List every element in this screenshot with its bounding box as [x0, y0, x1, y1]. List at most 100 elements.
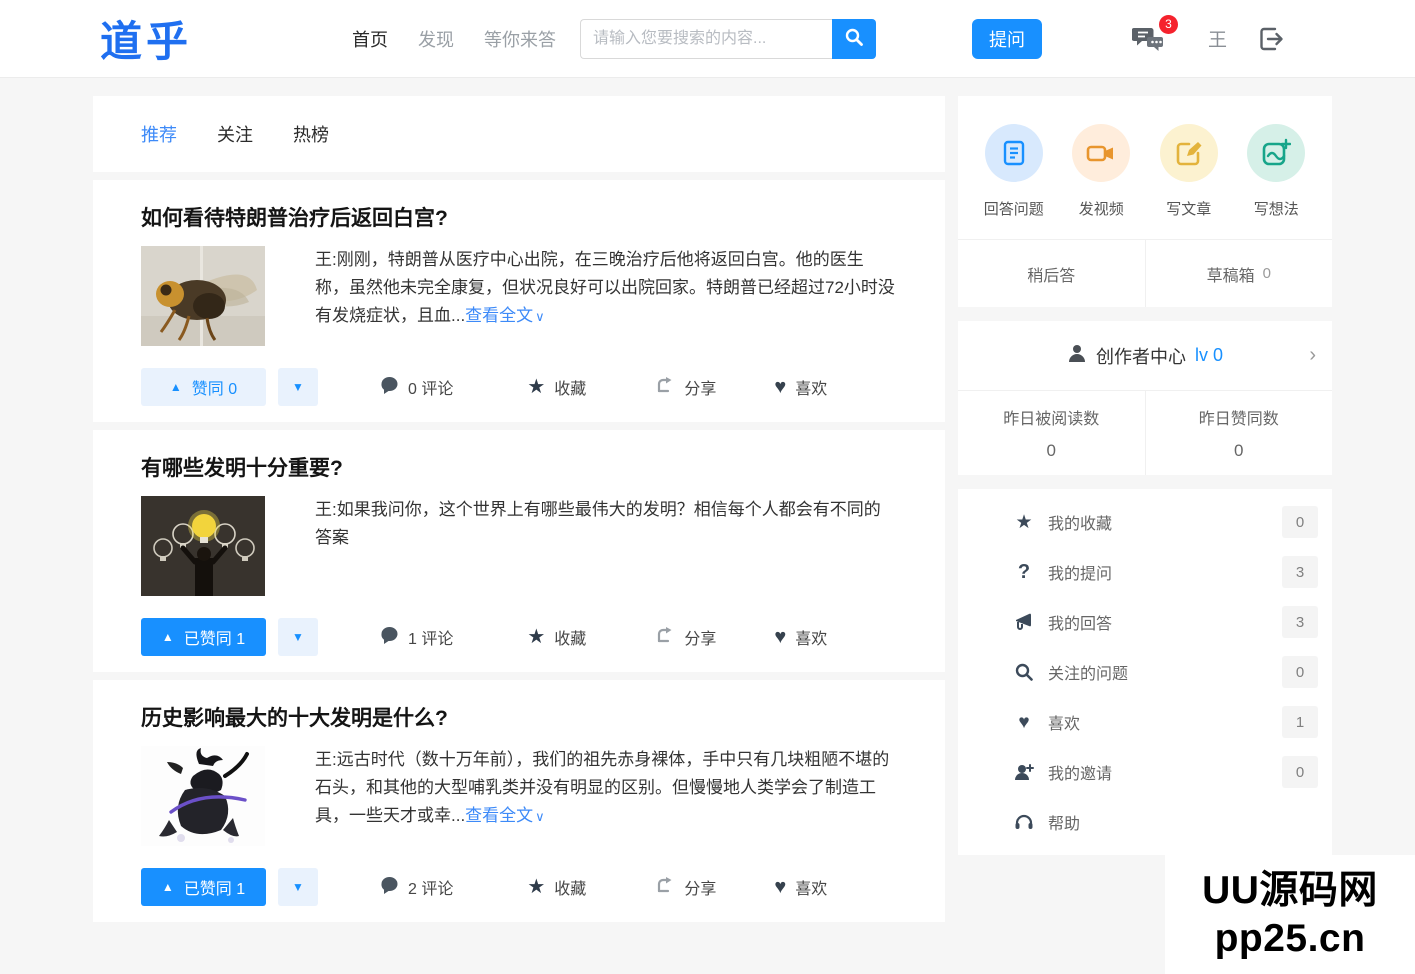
username-link[interactable]: 王	[1208, 25, 1227, 52]
tab-recommended[interactable]: 推荐	[141, 121, 177, 147]
menu-item-my-invitations[interactable]: 我的邀请 0	[958, 747, 1332, 797]
tab-following[interactable]: 关注	[217, 121, 253, 147]
question-title[interactable]: 有哪些发明十分重要?	[141, 452, 897, 482]
comments-label: 2 评论	[408, 875, 453, 899]
question-thumbnail-lightbulbs-photo[interactable]	[141, 496, 265, 596]
share-label: 分享	[684, 875, 716, 899]
excerpt-text: 王:刚刚，特朗普从医疗中心出院，在三晚治疗后他将返回白宫。他的医生称，虽然他未完…	[315, 250, 895, 325]
comments-button[interactable]: 0 评论	[380, 375, 453, 399]
write-idea-label: 写想法	[1254, 198, 1299, 219]
write-article-button[interactable]: 写文章	[1145, 124, 1233, 219]
menu-item-my-questions[interactable]: ? 我的提问 3	[958, 547, 1332, 597]
collect-label: 收藏	[554, 375, 586, 399]
downvote-button[interactable]: ▼	[278, 618, 318, 656]
tab-hot-list[interactable]: 热榜	[293, 121, 329, 147]
heart-icon: ♥	[1012, 713, 1036, 732]
chevron-right-icon: ›	[1309, 344, 1316, 367]
down-triangle-icon: ▼	[292, 630, 304, 644]
like-button[interactable]: ♥ 喜欢	[774, 375, 827, 399]
answer-question-label: 回答问题	[984, 198, 1044, 219]
collect-button[interactable]: ★ 收藏	[527, 625, 586, 649]
item-action-bar: ▲已赞同 1 ▼ 1 评论 ★ 收藏 分享 ♥ 喜欢	[141, 618, 897, 656]
menu-item-my-collections[interactable]: ★ 我的收藏 0	[958, 497, 1332, 547]
creator-center-label: 创作者中心	[1096, 343, 1186, 369]
star-icon: ★	[1012, 513, 1036, 532]
post-video-label: 发视频	[1079, 198, 1124, 219]
read-more-link[interactable]: 查看全文∨	[465, 306, 545, 325]
down-triangle-icon: ▼	[292, 380, 304, 394]
source-watermark: UU源码网 pp25.cn	[1165, 855, 1415, 974]
share-button[interactable]: 分享	[656, 625, 716, 649]
heart-icon: ♥	[774, 377, 786, 397]
upvote-button[interactable]: ▲赞同 0	[141, 368, 266, 406]
search-box	[580, 19, 876, 59]
messages-button[interactable]: 3	[1132, 23, 1168, 55]
upvote-button[interactable]: ▲已赞同 1	[141, 618, 266, 656]
feed-item: 如何看待特朗普治疗后返回白宫? 王:刚刚，特朗普从	[93, 180, 945, 422]
answer-later-button[interactable]: 稍后答	[958, 240, 1145, 307]
creator-center-card: 创作者中心 lv 0 › 昨日被阅读数 0 昨日赞同数 0	[958, 321, 1332, 475]
item-action-bar: ▲已赞同 1 ▼ 2 评论 ★ 收藏 分享 ♥ 喜欢	[141, 868, 897, 906]
invite-person-icon	[1012, 763, 1036, 781]
search-button[interactable]	[832, 19, 876, 59]
share-label: 分享	[684, 625, 716, 649]
upvote-button[interactable]: ▲已赞同 1	[141, 868, 266, 906]
count-badge: 0	[1282, 756, 1318, 788]
downvote-button[interactable]: ▼	[278, 868, 318, 906]
like-button[interactable]: ♥ 喜欢	[774, 875, 827, 899]
downvote-button[interactable]: ▼	[278, 368, 318, 406]
idea-plus-icon	[1247, 124, 1305, 182]
menu-item-help[interactable]: 帮助	[958, 797, 1332, 847]
logout-icon	[1257, 40, 1285, 57]
heart-icon: ♥	[774, 877, 786, 897]
down-triangle-icon: ▼	[292, 880, 304, 894]
read-more-link[interactable]: 查看全文∨	[465, 806, 545, 825]
comments-button[interactable]: 2 评论	[380, 875, 453, 899]
menu-item-likes[interactable]: ♥ 喜欢 1	[958, 697, 1332, 747]
megaphone-icon	[1012, 613, 1036, 631]
menu-item-followed-questions[interactable]: 关注的问题 0	[958, 647, 1332, 697]
comment-bubble-icon	[380, 376, 399, 399]
logout-button[interactable]	[1257, 25, 1285, 53]
question-title[interactable]: 如何看待特朗普治疗后返回白宫?	[141, 202, 897, 232]
drafts-button[interactable]: 草稿箱 0	[1145, 240, 1333, 307]
collect-button[interactable]: ★ 收藏	[527, 375, 586, 399]
up-triangle-icon: ▲	[162, 630, 174, 644]
top-navbar: 道乎 首页 发现 等你来答 提问 3 王	[0, 0, 1415, 78]
post-video-button[interactable]: 发视频	[1058, 124, 1146, 219]
share-icon	[656, 376, 675, 399]
share-button[interactable]: 分享	[656, 375, 716, 399]
like-label: 喜欢	[795, 875, 827, 899]
answer-document-icon	[985, 124, 1043, 182]
upvote-label: 已赞同 1	[184, 875, 245, 899]
stat-label: 昨日赞同数	[1199, 405, 1279, 429]
search-icon	[844, 27, 864, 50]
site-logo[interactable]: 道乎	[100, 8, 192, 69]
menu-item-my-answers[interactable]: 我的回答 3	[958, 597, 1332, 647]
comments-label: 1 评论	[408, 625, 453, 649]
item-action-bar: ▲赞同 0 ▼ 0 评论 ★ 收藏 分享 ♥ 喜欢	[141, 368, 897, 406]
search-input[interactable]	[580, 19, 832, 59]
feed-tabs: 推荐 关注 热榜	[93, 96, 945, 172]
excerpt-text: 王:远古时代（数十万年前），我们的祖先赤身裸体，手中只有几块粗陋不堪的石头，和其…	[315, 750, 889, 825]
collect-button[interactable]: ★ 收藏	[527, 875, 586, 899]
write-idea-button[interactable]: 写想法	[1233, 124, 1321, 219]
share-button[interactable]: 分享	[656, 875, 716, 899]
question-thumbnail-fly-photo[interactable]	[141, 246, 265, 346]
question-thumbnail-ink-warrior[interactable]	[141, 746, 265, 846]
like-label: 喜欢	[795, 375, 827, 399]
like-button[interactable]: ♥ 喜欢	[774, 625, 827, 649]
stat-yesterday-reads: 昨日被阅读数 0	[958, 391, 1145, 475]
ask-question-button[interactable]: 提问	[972, 19, 1042, 59]
star-icon: ★	[527, 877, 545, 897]
caret-down-icon: ∨	[535, 809, 545, 824]
comment-bubble-icon	[380, 626, 399, 649]
creator-center-link[interactable]: 创作者中心 lv 0 ›	[958, 321, 1332, 391]
nav-link-home[interactable]: 首页	[352, 26, 388, 52]
question-icon: ?	[1012, 562, 1036, 582]
question-title[interactable]: 历史影响最大的十大发明是什么?	[141, 702, 897, 732]
answer-question-button[interactable]: 回答问题	[970, 124, 1058, 219]
nav-link-discover[interactable]: 发现	[418, 26, 454, 52]
comments-button[interactable]: 1 评论	[380, 625, 453, 649]
nav-link-waiting-answer[interactable]: 等你来答	[484, 26, 556, 52]
